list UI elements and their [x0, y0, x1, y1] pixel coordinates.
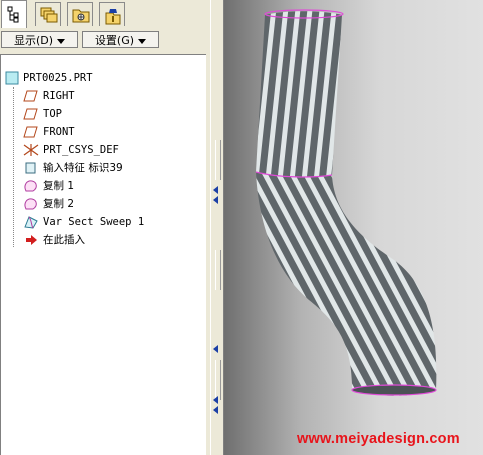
- tree-item-label: 复制 2: [43, 198, 75, 210]
- settings-menu-label: 设置(G): [94, 34, 135, 47]
- folder-navigator-icon: [72, 9, 90, 23]
- display-menu-label: 显示(D): [13, 34, 54, 47]
- tree-connector: [13, 87, 14, 247]
- pipe-lower-section: [256, 172, 437, 396]
- coordinate-system-icon: [23, 144, 39, 156]
- copy-surface-icon: [24, 180, 37, 192]
- tab-layers[interactable]: [35, 2, 61, 26]
- model-tree-icon: [7, 6, 19, 23]
- tree-item-label: TOP: [43, 108, 62, 120]
- pipe-upper-section: [256, 11, 342, 177]
- sweep-icon: [24, 216, 38, 229]
- chevron-down-icon: [138, 38, 147, 44]
- navigator-menubar: 显示(D) 设置(G): [0, 30, 210, 50]
- collapse-arrow-icon[interactable]: [213, 396, 218, 404]
- settings-menu-button[interactable]: 设置(G): [82, 31, 159, 48]
- datum-plane-icon: [23, 90, 38, 102]
- tab-favorites[interactable]: [99, 2, 125, 26]
- tab-folder-navigator[interactable]: [67, 2, 93, 26]
- datum-plane-icon: [23, 126, 38, 138]
- tree-item-label: 复制 1: [43, 180, 75, 192]
- tab-model-tree[interactable]: [1, 0, 27, 28]
- tree-item-label: FRONT: [43, 126, 75, 138]
- display-menu-button[interactable]: 显示(D): [1, 31, 78, 48]
- collapse-arrow-icon[interactable]: [213, 406, 218, 414]
- collapse-arrow-icon[interactable]: [213, 345, 218, 353]
- tree-item-label: 在此插入: [43, 234, 85, 246]
- tree-item-label: RIGHT: [43, 90, 75, 102]
- tree-root-label: PRT0025.PRT: [23, 72, 93, 84]
- tree-item-label: PRT_CSYS_DEF: [43, 144, 119, 156]
- collapse-arrow-icon[interactable]: [213, 196, 218, 204]
- layers-icon: [40, 7, 58, 23]
- splitter-grip: [215, 140, 221, 180]
- collapse-arrow-icon[interactable]: [213, 186, 218, 194]
- model-tree: PRT0025.PRT RIGHT TOP FRONT PRT_CSYS_DEF…: [0, 54, 206, 455]
- bottom-edge: [351, 384, 437, 396]
- datum-plane-icon: [23, 108, 38, 120]
- twisted-pipe-model: [255, 9, 437, 396]
- tree-item-label: Var Sect Sweep 1: [43, 216, 145, 228]
- chevron-down-icon: [57, 38, 66, 44]
- graphics-viewport[interactable]: [224, 0, 483, 455]
- splitter-grip: [215, 360, 221, 400]
- navigator-panel: 显示(D) 设置(G) PRT0025.PRT RIGHT TOP FRONT: [0, 0, 211, 455]
- insert-here-arrow-icon: [26, 235, 37, 245]
- splitter-grip: [215, 250, 221, 290]
- copy-surface-icon: [24, 198, 37, 210]
- favorites-icon: [105, 9, 121, 25]
- part-icon: [5, 71, 19, 85]
- panel-splitter[interactable]: [210, 0, 224, 455]
- watermark: www.meiyadesign.com: [297, 431, 460, 447]
- tree-item-label: 输入特征 标识39: [43, 162, 123, 174]
- navigator-tabs: [0, 0, 210, 28]
- import-feature-icon: [25, 162, 36, 174]
